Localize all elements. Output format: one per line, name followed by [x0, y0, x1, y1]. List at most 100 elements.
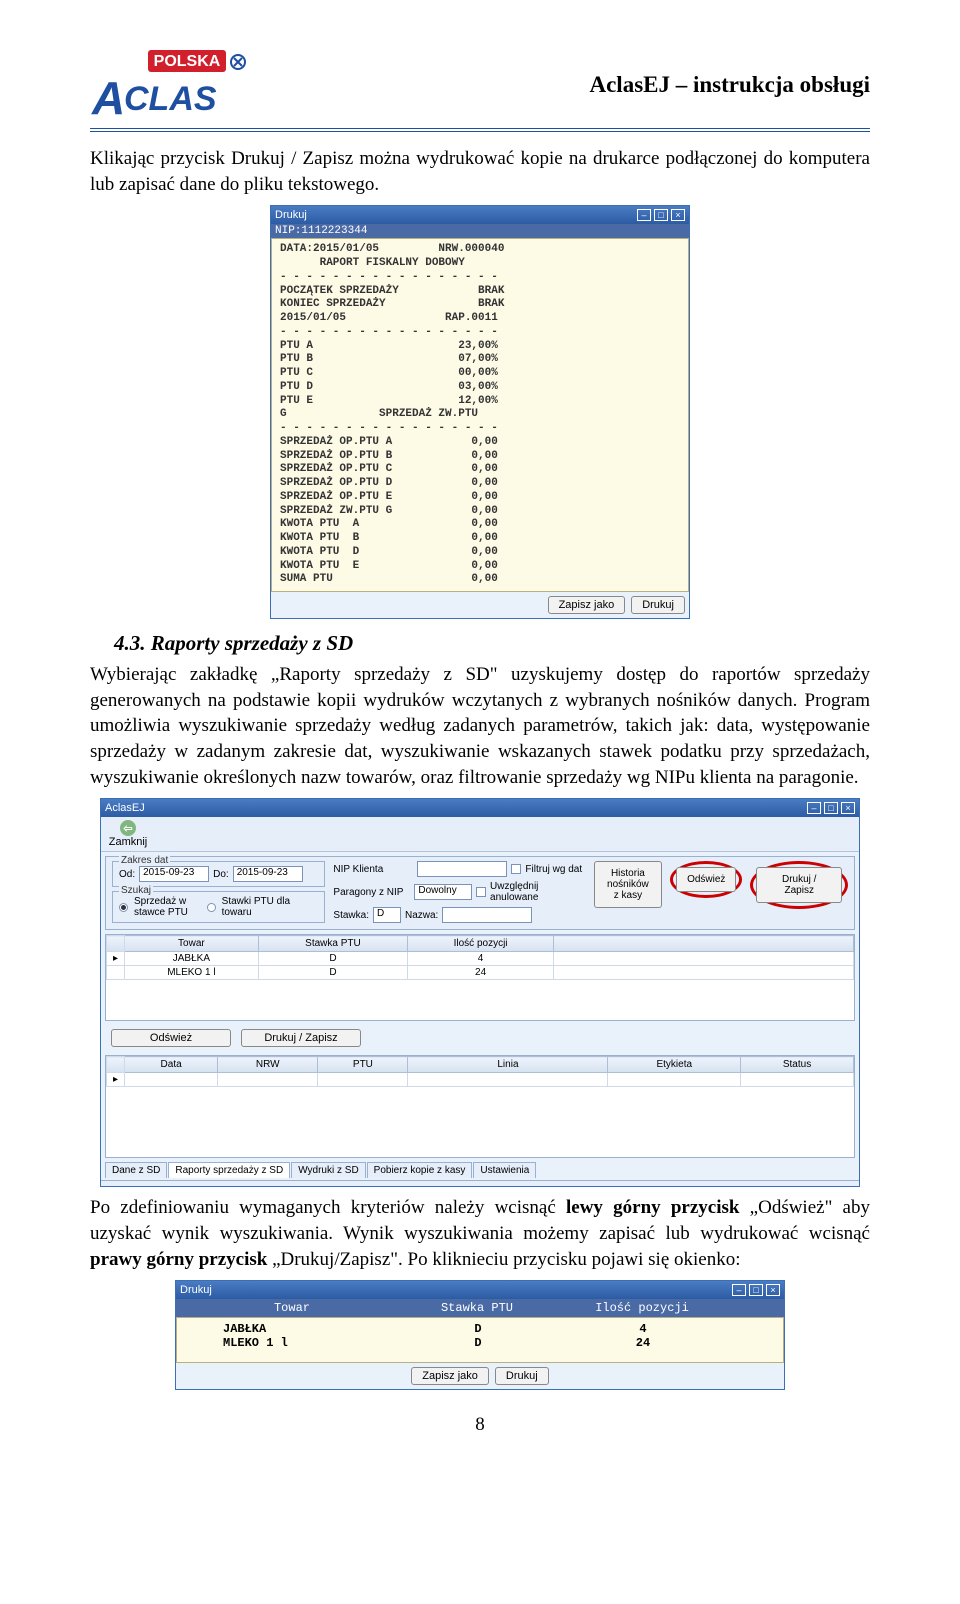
- tab-dane[interactable]: Dane z SD: [105, 1162, 167, 1178]
- print-table-header: Towar Stawka PTU Ilość pozycji: [176, 1299, 784, 1317]
- print-row: JABŁKA D 4: [183, 1322, 777, 1336]
- dates-legend: Zakres dat: [119, 855, 170, 866]
- print-save-button-2[interactable]: Drukuj / Zapisz: [241, 1029, 361, 1047]
- window-title-print: Drukuj: [180, 1284, 212, 1296]
- tab-pobierz[interactable]: Pobierz kopie z kasy: [367, 1162, 473, 1178]
- minimize-icon[interactable]: –: [807, 802, 821, 814]
- col-etykieta: Etykieta: [608, 1057, 741, 1073]
- table-row[interactable]: ▸: [107, 1073, 854, 1087]
- refresh-button[interactable]: Odśwież: [676, 867, 736, 892]
- window-titlebar: Drukuj – □ ×: [271, 206, 689, 224]
- print-col-stawka: Stawka PTU: [402, 1301, 552, 1315]
- page-number: 8: [90, 1414, 870, 1436]
- nazwa-label: Nazwa:: [405, 910, 438, 921]
- app-tabs: Dane z SD Raporty sprzedaży z SD Wydruki…: [105, 1162, 855, 1178]
- paragony-select[interactable]: Dowolny: [414, 884, 472, 900]
- filter-dates-checkbox[interactable]: [511, 864, 521, 874]
- print-table-body: JABŁKA D 4 MLEKO 1 l D 24: [176, 1317, 784, 1363]
- do-label: Do:: [213, 869, 229, 880]
- tab-ustawienia[interactable]: Ustawienia: [473, 1162, 536, 1178]
- history-button[interactable]: Historia nośników z kasy: [594, 861, 662, 908]
- highlight-drukuj: Drukuj / Zapisz: [750, 861, 848, 909]
- doc-title: AclasEJ – instrukcja obsługi: [589, 72, 870, 98]
- aclas-window: AclasEJ – □ × ⇦ Zamknij Zakres dat Od: 2…: [100, 798, 860, 1187]
- close-icon[interactable]: ×: [671, 209, 685, 221]
- bold-lewy: lewy górny przycisk: [566, 1197, 739, 1218]
- print-col-towar: Towar: [182, 1301, 402, 1315]
- paragony-label: Paragony z NIP: [333, 887, 410, 898]
- toolbar-close-button[interactable]: ⇦ Zamknij: [107, 820, 149, 848]
- tab-wydruki[interactable]: Wydruki z SD: [291, 1162, 365, 1178]
- print-result-window: Drukuj – □ × Towar Stawka PTU Ilość pozy…: [175, 1280, 785, 1390]
- app-toolbar: ⇦ Zamknij: [101, 817, 859, 852]
- section-heading: 4.3. Raporty sprzedaży z SD: [114, 631, 870, 656]
- logo-top-text: POLSKA: [154, 53, 221, 70]
- filter-dates-label: Filtruj wg dat: [525, 864, 582, 875]
- maximize-icon[interactable]: □: [749, 1284, 763, 1296]
- table-row[interactable]: MLEKO 1 l D 24: [107, 966, 854, 980]
- szukaj-legend: Szukaj: [119, 885, 153, 896]
- bold-prawy: prawy górny przycisk: [90, 1249, 267, 1270]
- report-text: DATA:2015/01/05 NRW.000040 RAPORT FISKAL…: [271, 238, 689, 592]
- print-button[interactable]: Drukuj: [631, 596, 685, 614]
- col-ptu: PTU: [318, 1057, 408, 1073]
- page-header: POLSKA A CLAS AclasEJ – instrukcja obsłu…: [90, 50, 870, 132]
- nip-label: NIP Klienta: [333, 864, 413, 875]
- table-row[interactable]: ▸ JABŁKA D 4: [107, 952, 854, 966]
- print-button-2[interactable]: Drukuj: [495, 1367, 549, 1385]
- stawka-label: Stawka:: [333, 910, 369, 921]
- results-table-2: Data NRW PTU Linia Etykieta Status ▸: [105, 1055, 855, 1158]
- paragraph-intro: Klikając przycisk Drukuj / Zapisz można …: [90, 146, 870, 197]
- paragraph-instructions: Po zdefiniowaniu wymaganych kryteriów na…: [90, 1195, 870, 1272]
- window-titlebar-print: Drukuj – □ ×: [176, 1281, 784, 1299]
- window-title: Drukuj: [275, 209, 307, 221]
- col-towar: Towar: [125, 936, 259, 952]
- report-nip-header: NIP:1112223344: [271, 224, 689, 238]
- nip-input[interactable]: [417, 861, 507, 877]
- radio-sprzedaz-label: Sprzedaż w stawce PTU: [134, 896, 201, 918]
- close-icon[interactable]: ×: [841, 802, 855, 814]
- col-linia: Linia: [408, 1057, 608, 1073]
- report-window: Drukuj – □ × NIP:1112223344 DATA:2015/01…: [270, 205, 690, 619]
- toolbar-close-label: Zamknij: [109, 836, 148, 848]
- col-ilosc: Ilość pozycji: [408, 936, 554, 952]
- include-cancelled-checkbox[interactable]: [476, 887, 486, 897]
- section-number: 4.3.: [114, 631, 146, 655]
- filter-panel: Zakres dat Od: 2015-09-23 Do: 2015-09-23…: [105, 856, 855, 930]
- search-fieldset: Szukaj Sprzedaż w stawce PTU Stawki PTU …: [112, 891, 325, 923]
- window-titlebar-app: AclasEJ – □ ×: [101, 799, 859, 817]
- radio-sprzedaz[interactable]: [119, 903, 128, 912]
- paragraph-section: Wybierając zakładkę „Raporty sprzedaży z…: [90, 662, 870, 790]
- window-title-app: AclasEJ: [105, 802, 145, 814]
- radio-stawki-label: Stawki PTU dla towaru: [222, 896, 319, 918]
- save-as-button[interactable]: Zapisz jako: [548, 596, 626, 614]
- print-save-button[interactable]: Drukuj / Zapisz: [756, 867, 842, 903]
- print-row: MLEKO 1 l D 24: [183, 1336, 777, 1350]
- minimize-icon[interactable]: –: [732, 1284, 746, 1296]
- col-data: Data: [125, 1057, 218, 1073]
- od-input[interactable]: 2015-09-23: [139, 866, 209, 882]
- do-input[interactable]: 2015-09-23: [233, 866, 303, 882]
- date-range-fieldset: Zakres dat Od: 2015-09-23 Do: 2015-09-23: [112, 861, 325, 887]
- logo-main-text: A: [91, 72, 125, 120]
- col-nrw: NRW: [218, 1057, 318, 1073]
- logo: POLSKA A CLAS: [90, 50, 250, 120]
- print-col-ilosc: Ilość pozycji: [552, 1301, 732, 1315]
- minimize-icon[interactable]: –: [637, 209, 651, 221]
- refresh-button-2[interactable]: Odśwież: [111, 1029, 231, 1047]
- results-table-1: Towar Stawka PTU Ilość pozycji ▸ JABŁKA …: [105, 934, 855, 1021]
- svg-text:CLAS: CLAS: [124, 80, 217, 118]
- close-icon[interactable]: ×: [766, 1284, 780, 1296]
- radio-stawki[interactable]: [207, 903, 216, 912]
- col-stawka: Stawka PTU: [258, 936, 407, 952]
- exit-icon: ⇦: [120, 820, 136, 836]
- od-label: Od:: [119, 869, 135, 880]
- stawka-select[interactable]: D: [373, 907, 401, 923]
- maximize-icon[interactable]: □: [654, 209, 668, 221]
- tab-raporty[interactable]: Raporty sprzedaży z SD: [168, 1162, 290, 1178]
- save-as-button-2[interactable]: Zapisz jako: [411, 1367, 489, 1385]
- maximize-icon[interactable]: □: [824, 802, 838, 814]
- nazwa-input[interactable]: [442, 907, 532, 923]
- highlight-odswiez: Odśwież: [670, 861, 742, 898]
- col-status: Status: [741, 1057, 854, 1073]
